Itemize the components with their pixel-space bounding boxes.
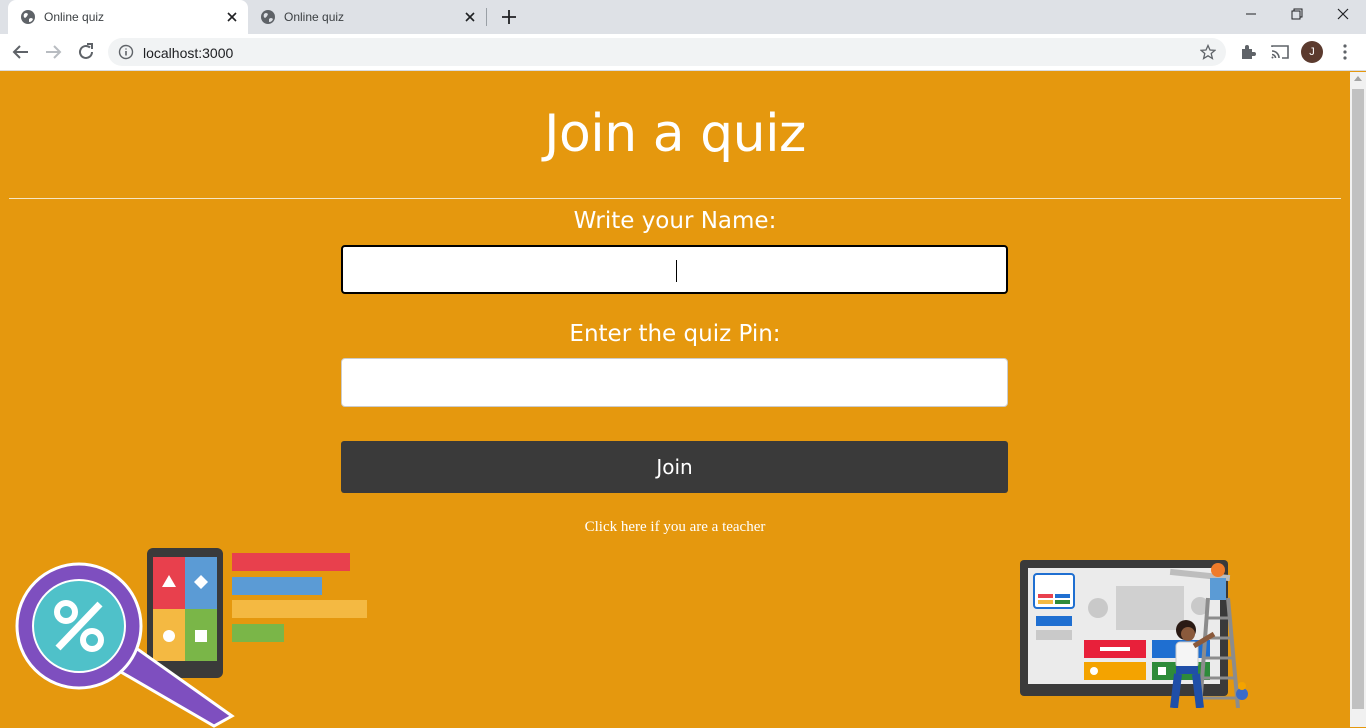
tab-strip: Online quiz Online quiz bbox=[0, 0, 1366, 34]
globe-icon bbox=[21, 10, 35, 24]
page-content: Join a quiz Write your Name: Enter the q… bbox=[0, 72, 1350, 728]
close-icon bbox=[1337, 8, 1349, 20]
name-label: Write your Name: bbox=[573, 208, 777, 234]
divider bbox=[9, 198, 1341, 199]
address-bar[interactable]: localhost:3000 bbox=[108, 38, 1226, 66]
close-icon[interactable] bbox=[462, 9, 478, 25]
restore-button[interactable] bbox=[1274, 0, 1320, 30]
reload-icon[interactable] bbox=[74, 40, 98, 64]
scroll-up-arrow-icon[interactable] bbox=[1354, 76, 1362, 81]
tab-separator bbox=[486, 8, 487, 26]
quiz-illustration-right bbox=[1020, 560, 1248, 708]
page-scrollbar[interactable] bbox=[1350, 72, 1366, 727]
tab-online-quiz[interactable]: Online quiz bbox=[248, 0, 486, 34]
name-input[interactable] bbox=[341, 245, 1008, 294]
text-caret bbox=[676, 260, 677, 282]
minimize-button[interactable] bbox=[1228, 0, 1274, 30]
more-vert-icon[interactable] bbox=[1335, 42, 1355, 62]
browser-toolbar: localhost:3000 J bbox=[0, 34, 1366, 71]
teacher-link[interactable]: Click here if you are a teacher bbox=[0, 519, 1350, 536]
pin-label: Enter the quiz Pin: bbox=[569, 321, 781, 347]
pin-input[interactable] bbox=[341, 358, 1008, 407]
cast-icon[interactable] bbox=[1270, 42, 1290, 62]
info-icon[interactable] bbox=[118, 44, 134, 60]
minimize-icon bbox=[1246, 13, 1256, 15]
tab-title: Online quiz bbox=[284, 10, 345, 24]
quiz-illustration-left bbox=[15, 548, 367, 728]
join-button[interactable]: Join bbox=[341, 441, 1008, 493]
plus-icon[interactable] bbox=[498, 6, 520, 28]
tab-online-quiz-active[interactable]: Online quiz bbox=[8, 0, 248, 34]
close-window-button[interactable] bbox=[1320, 0, 1366, 30]
page-title: Join a quiz bbox=[544, 104, 806, 164]
back-arrow-icon[interactable] bbox=[9, 40, 33, 64]
url-text: localhost:3000 bbox=[143, 45, 234, 61]
bookmark-star-icon[interactable] bbox=[1200, 44, 1216, 60]
profile-avatar[interactable]: J bbox=[1301, 41, 1323, 63]
scrollbar-thumb[interactable] bbox=[1352, 89, 1364, 709]
close-icon[interactable] bbox=[224, 9, 240, 25]
tab-title: Online quiz bbox=[44, 10, 105, 24]
extensions-puzzle-icon[interactable] bbox=[1238, 42, 1258, 62]
restore-icon bbox=[1291, 8, 1303, 20]
forward-arrow-icon[interactable] bbox=[41, 40, 65, 64]
globe-icon bbox=[261, 10, 275, 24]
